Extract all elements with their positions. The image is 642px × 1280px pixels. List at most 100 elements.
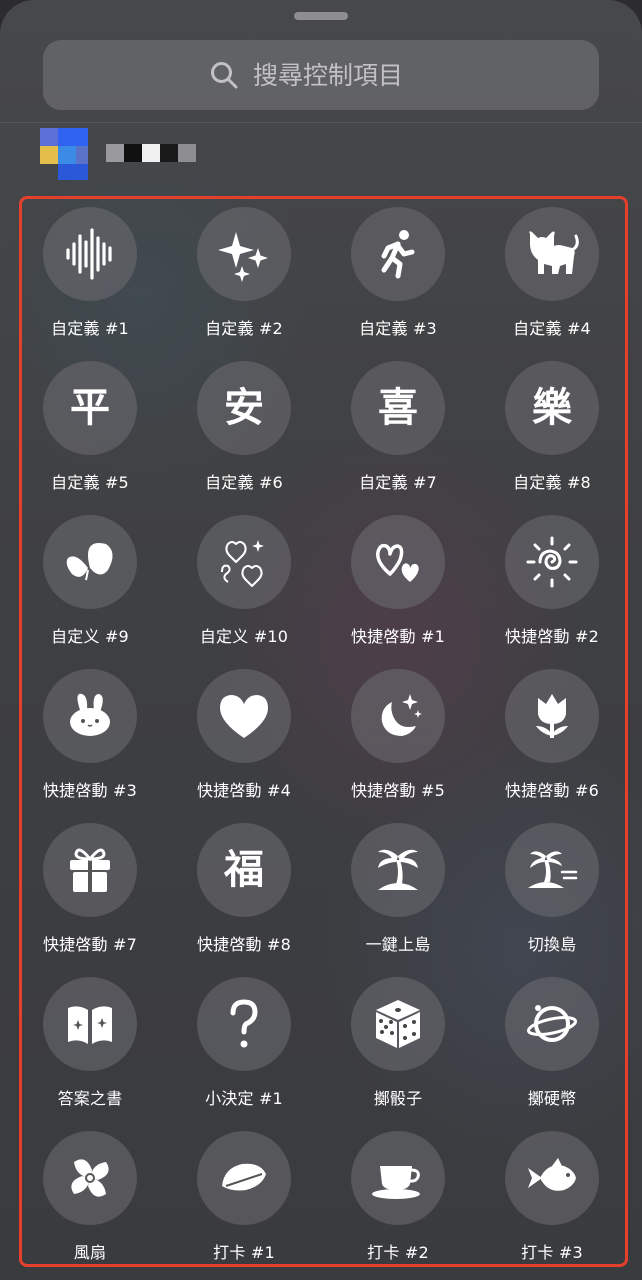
control-button[interactable]: [505, 1131, 599, 1225]
control-tile[interactable]: 快捷啓動 #4: [169, 669, 319, 809]
control-label: 自定義 #4: [513, 319, 591, 338]
control-tile[interactable]: 打卡 #2: [323, 1131, 473, 1271]
running-figure-icon: [381, 230, 415, 279]
control-tile[interactable]: 答案之書: [15, 977, 165, 1117]
control-button[interactable]: [43, 669, 137, 763]
control-label: 自定義 #7: [359, 473, 437, 492]
control-tile[interactable]: 自定義 #2: [169, 207, 319, 347]
search-input[interactable]: [253, 60, 433, 90]
cat-icon: [529, 231, 579, 274]
control-label: 自定義 #6: [205, 473, 283, 492]
search-bar[interactable]: [43, 40, 599, 110]
control-label: 自定義 #5: [51, 473, 129, 492]
control-label: 快捷啓動 #3: [42, 781, 138, 800]
control-button[interactable]: [43, 977, 137, 1071]
le-character-icon: 樂: [532, 384, 572, 431]
control-tile[interactable]: 打卡 #1: [169, 1131, 319, 1271]
control-button[interactable]: [351, 515, 445, 609]
control-tile[interactable]: 擲硬幣: [477, 977, 627, 1117]
control-button[interactable]: 福: [197, 823, 291, 917]
control-button[interactable]: [43, 515, 137, 609]
control-button[interactable]: [197, 207, 291, 301]
doodle-hearts-icon: [221, 540, 264, 587]
control-label: 自定義 #1: [51, 319, 129, 338]
control-button[interactable]: [197, 977, 291, 1071]
sparkles-icon: [218, 232, 268, 282]
control-tile[interactable]: 一鍵上島: [323, 823, 473, 963]
control-label: 小決定 #1: [205, 1089, 283, 1108]
control-tile[interactable]: 快捷啓動 #1: [323, 515, 473, 655]
control-button[interactable]: [43, 207, 137, 301]
control-tile[interactable]: 切換島: [477, 823, 627, 963]
an-character-icon: 安: [224, 384, 264, 431]
control-label: 自定義 #3: [359, 319, 437, 338]
control-button[interactable]: [197, 1131, 291, 1225]
control-button[interactable]: [43, 1131, 137, 1225]
control-tile[interactable]: 自定義 #3: [323, 207, 473, 347]
control-tile[interactable]: 風扇: [15, 1131, 165, 1271]
control-button[interactable]: [197, 515, 291, 609]
control-button[interactable]: [351, 207, 445, 301]
control-button[interactable]: [505, 515, 599, 609]
control-tile[interactable]: 自定义 #10: [169, 515, 319, 655]
control-tile[interactable]: 自定義 #4: [477, 207, 627, 347]
control-button[interactable]: [43, 823, 137, 917]
control-button[interactable]: [505, 977, 599, 1071]
control-button[interactable]: [351, 1131, 445, 1225]
control-button[interactable]: [505, 823, 599, 917]
tulip-icon: [536, 694, 568, 738]
control-tile[interactable]: 福 快捷啓動 #8: [169, 823, 319, 963]
control-tile[interactable]: 打卡 #3: [477, 1131, 627, 1271]
control-label: 擲硬幣: [527, 1089, 577, 1108]
control-tile[interactable]: 自定义 #9: [15, 515, 165, 655]
control-label: 切換島: [527, 935, 577, 954]
control-label: 快捷啓動 #2: [504, 627, 600, 646]
control-label: 自定義 #8: [513, 473, 591, 492]
island-switch-icon: [528, 851, 578, 888]
control-label: 答案之書: [57, 1089, 123, 1108]
control-button[interactable]: [351, 823, 445, 917]
control-tile[interactable]: 自定義 #1: [15, 207, 165, 347]
control-label: 快捷啓動 #7: [42, 935, 138, 954]
control-tile[interactable]: 小決定 #1: [169, 977, 319, 1117]
control-label: 快捷啓動 #6: [504, 781, 600, 800]
sheet-grabber[interactable]: [294, 12, 348, 20]
section-divider: [0, 122, 642, 123]
control-tile[interactable]: 安 自定義 #6: [169, 361, 319, 501]
search-icon: [211, 62, 238, 89]
control-button[interactable]: 平: [43, 361, 137, 455]
control-button[interactable]: [351, 977, 445, 1071]
control-tile[interactable]: 快捷啓動 #5: [323, 669, 473, 809]
control-tile[interactable]: 快捷啓動 #6: [477, 669, 627, 809]
control-tile[interactable]: 快捷啓動 #7: [15, 823, 165, 963]
control-button[interactable]: [505, 669, 599, 763]
app-name-pixelated: [106, 144, 196, 162]
fish-icon: [528, 1158, 576, 1191]
fan-icon: [71, 1159, 109, 1197]
control-button[interactable]: [197, 669, 291, 763]
butterfly-icon: [66, 543, 113, 581]
control-label: 打卡 #3: [521, 1243, 583, 1262]
control-tile[interactable]: 喜 自定義 #7: [323, 361, 473, 501]
control-tile[interactable]: 擲骰子: [323, 977, 473, 1117]
control-button[interactable]: 安: [197, 361, 291, 455]
control-label: 打卡 #1: [213, 1243, 275, 1262]
coffee-cup-icon: [372, 1166, 420, 1199]
control-label: 打卡 #2: [367, 1243, 429, 1262]
control-label: 快捷啓動 #1: [350, 627, 446, 646]
control-tile[interactable]: 平 自定義 #5: [15, 361, 165, 501]
control-label: 自定義 #2: [205, 319, 283, 338]
control-tile[interactable]: 快捷啓動 #2: [477, 515, 627, 655]
control-label: 快捷啓動 #8: [196, 935, 292, 954]
ping-character-icon: 平: [70, 384, 110, 431]
control-button[interactable]: 喜: [351, 361, 445, 455]
control-label: 自定义 #10: [199, 627, 289, 646]
swirl-sun-icon: [526, 536, 578, 588]
control-tile[interactable]: 樂 自定義 #8: [477, 361, 627, 501]
control-label: 自定义 #9: [51, 627, 129, 646]
control-button[interactable]: 樂: [505, 361, 599, 455]
control-button[interactable]: [351, 669, 445, 763]
fu-character-icon: 福: [224, 846, 264, 893]
control-tile[interactable]: 快捷啓動 #3: [15, 669, 165, 809]
control-button[interactable]: [505, 207, 599, 301]
